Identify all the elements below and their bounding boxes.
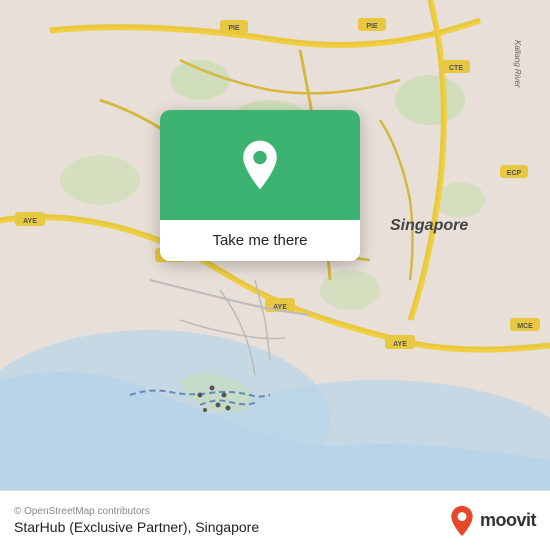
map-container: AYE AYE AYE AYE PIE PIE CTE ECP MCE Sing… [0,0,550,490]
bottom-left: © OpenStreetMap contributors StarHub (Ex… [14,506,259,535]
svg-text:PIE: PIE [228,25,240,32]
svg-text:Singapore: Singapore [390,217,468,234]
svg-text:Kallang River: Kallang River [513,40,522,88]
location-pin-icon [234,139,286,191]
location-name: StarHub (Exclusive Partner), Singapore [14,519,259,535]
svg-text:ECP: ECP [507,170,522,177]
moovit-logo[interactable]: moovit [448,505,536,537]
svg-text:MCE: MCE [517,323,533,330]
popup-card: Take me there [160,110,360,261]
svg-text:AYE: AYE [23,218,37,225]
bottom-bar: © OpenStreetMap contributors StarHub (Ex… [0,490,550,550]
osm-credit: © OpenStreetMap contributors [14,506,259,517]
moovit-pin-icon [448,505,476,537]
take-me-there-button[interactable]: Take me there [160,220,360,261]
moovit-text: moovit [480,510,536,531]
svg-text:CTE: CTE [449,65,463,72]
popup-green-area [160,110,360,220]
svg-text:AYE: AYE [393,341,407,348]
svg-text:PIE: PIE [366,23,378,30]
